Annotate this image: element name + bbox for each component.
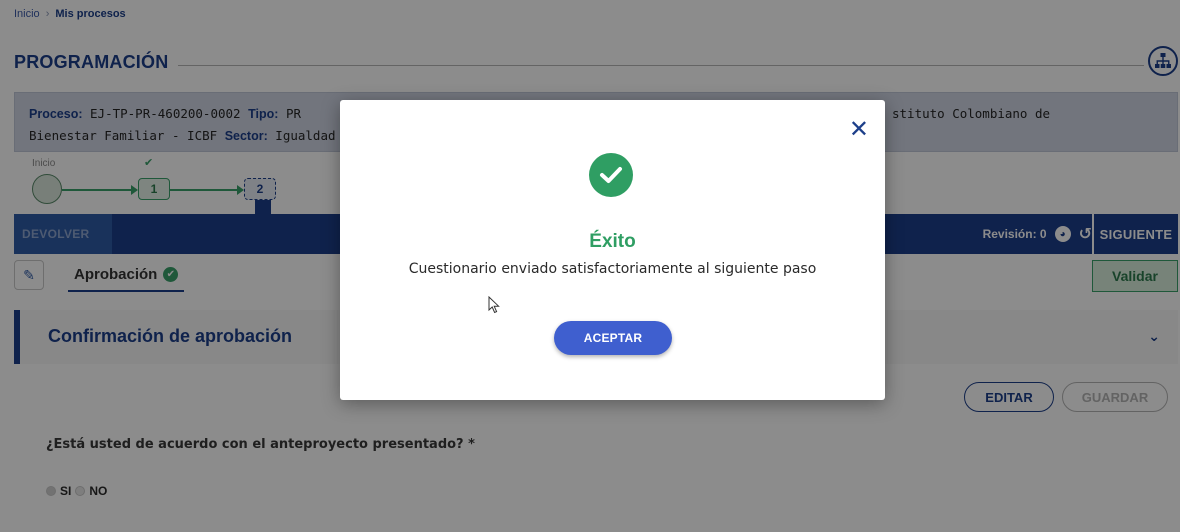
close-icon[interactable]: ✕ — [849, 118, 869, 142]
mouse-cursor-icon — [488, 296, 500, 314]
success-dialog: ✕ Éxito Cuestionario enviado satisfactor… — [340, 100, 885, 400]
dialog-message: Cuestionario enviado satisfactoriamente … — [408, 261, 817, 277]
check-circle-icon — [589, 153, 633, 197]
dialog-heading: Éxito — [589, 231, 636, 252]
aceptar-button[interactable]: ACEPTAR — [554, 321, 672, 355]
